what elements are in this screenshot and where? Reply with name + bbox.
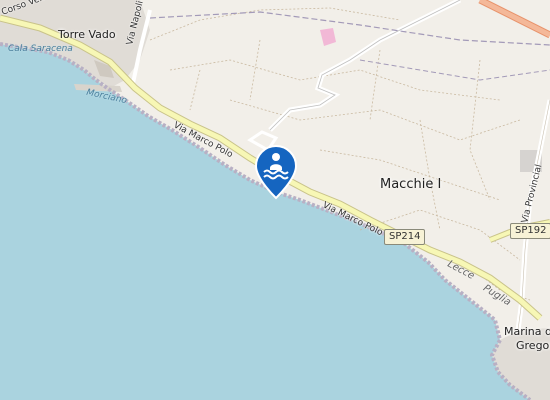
map-view[interactable]: Torre Vado Macchie I Marina di Gregor Co… <box>0 0 550 400</box>
place-label-macchie: Macchie I <box>380 177 442 192</box>
place-label-torre-vado: Torre Vado <box>58 28 116 41</box>
place-label-marina-line1: Marina di <box>504 325 550 338</box>
place-label-marina-line2: Gregor <box>516 339 550 352</box>
beach-marker[interactable] <box>253 144 299 202</box>
beach-swimmer-icon <box>254 144 298 200</box>
water-label-cala-saracena: Cala Saracena <box>8 44 73 54</box>
road-shield-sp214: SP214 <box>384 229 426 245</box>
road-shield-sp192: SP192 <box>510 223 550 239</box>
